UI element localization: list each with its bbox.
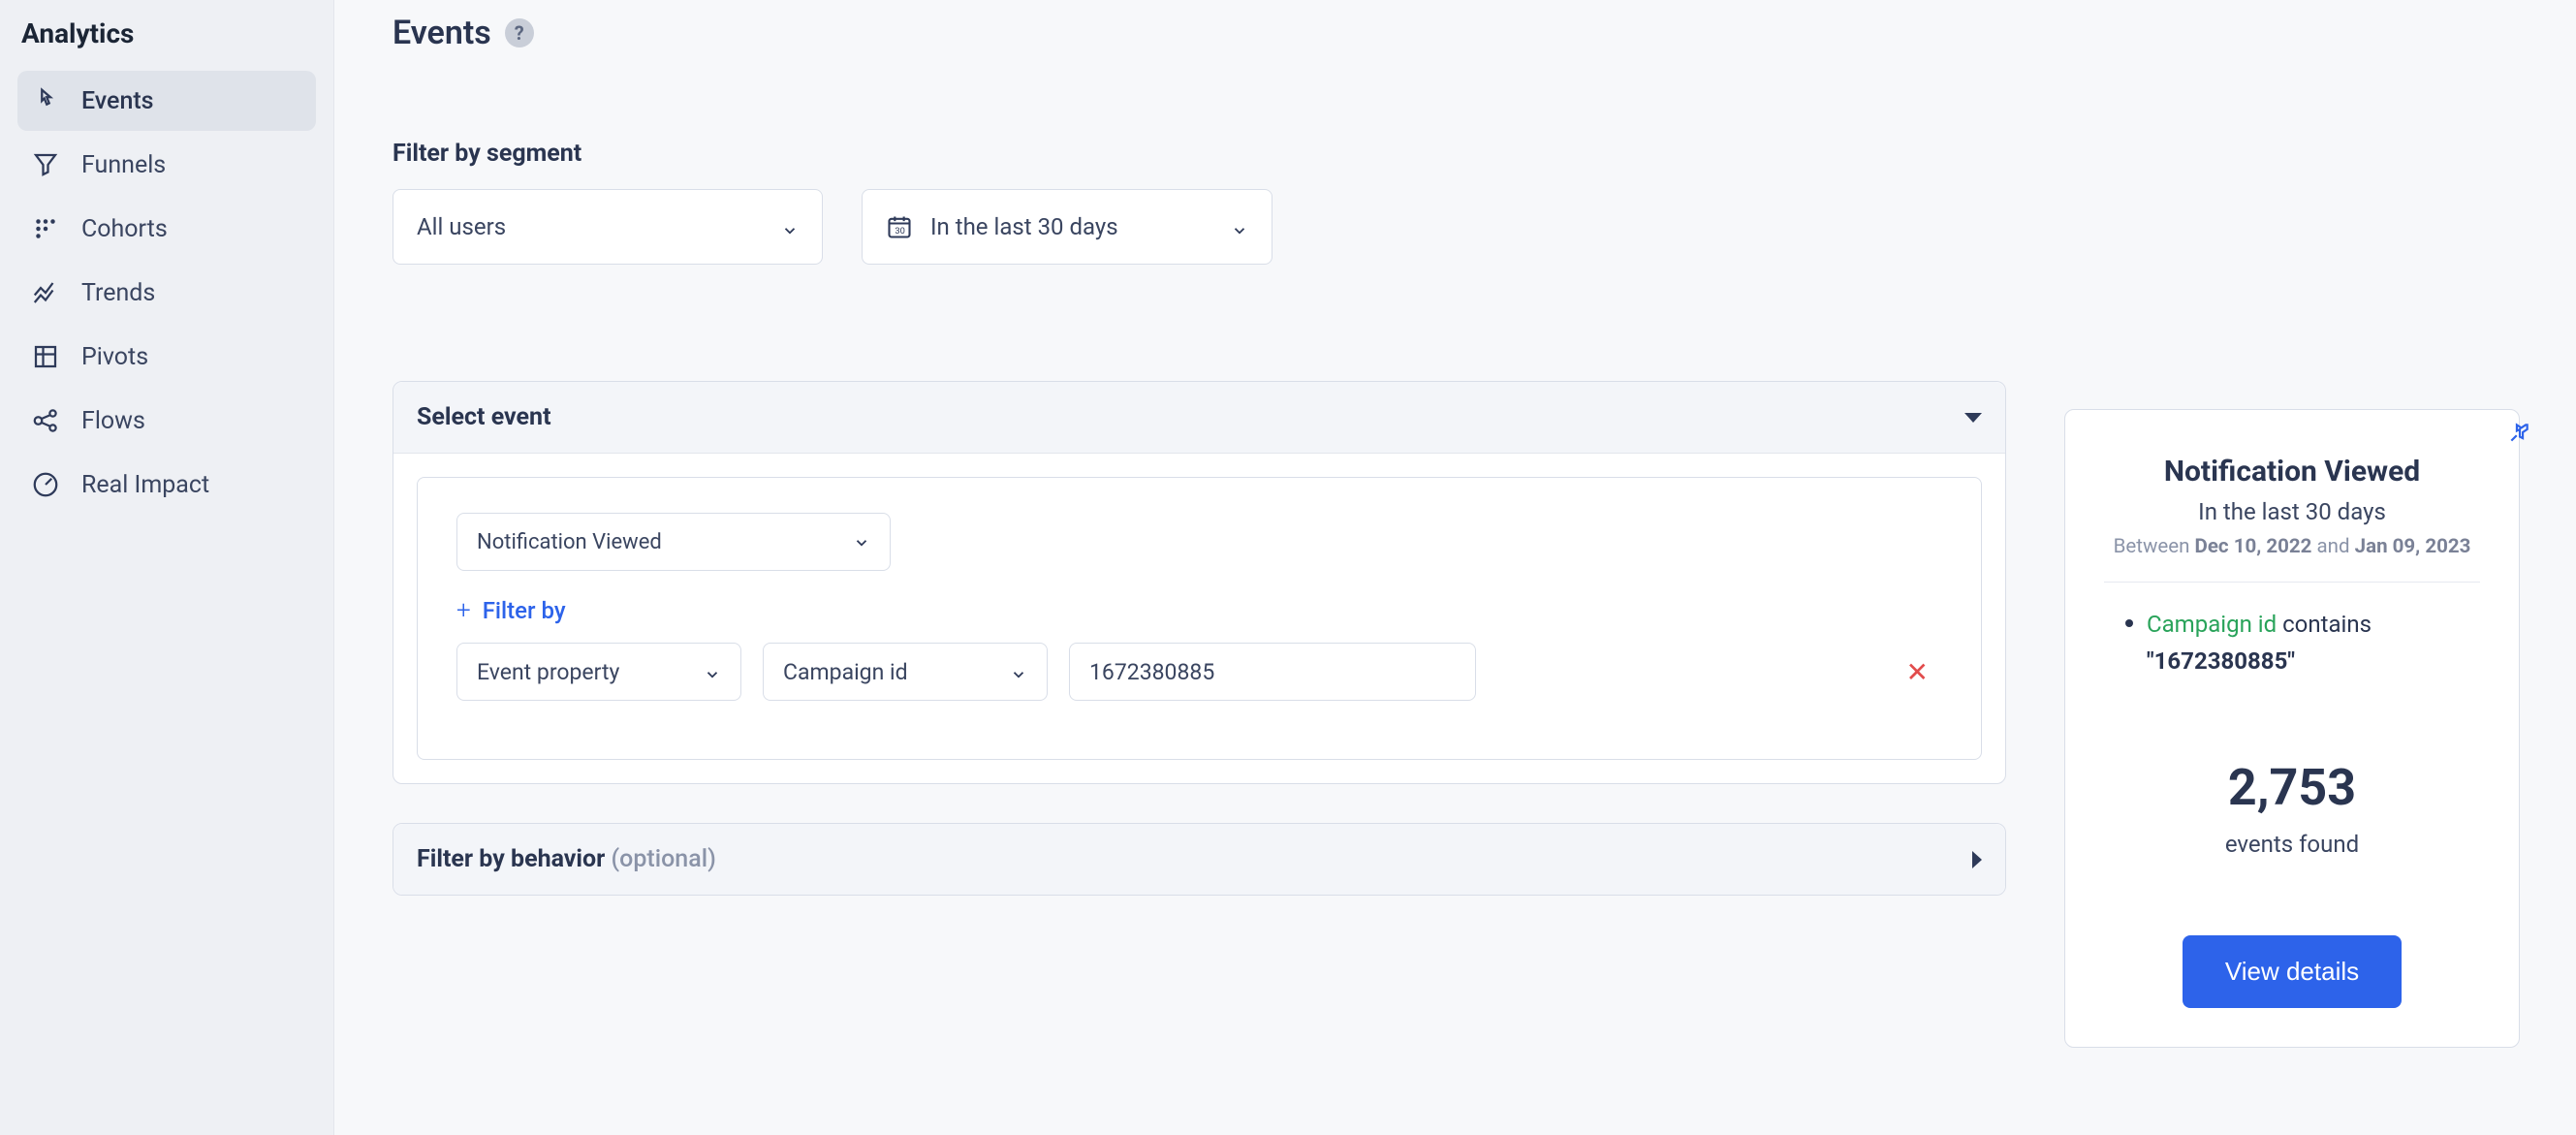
right-column: Notification Viewed In the last 30 days … xyxy=(2064,14,2529,1096)
select-event-panel: Select event Notification Viewed + Filte… xyxy=(393,381,2006,784)
behavior-label: Filter by behavior xyxy=(417,845,605,873)
events-found-label: events found xyxy=(2104,831,2480,858)
event-name-dropdown[interactable]: Notification Viewed xyxy=(456,513,891,571)
nav-label: Pivots xyxy=(81,343,148,371)
select-event-body: Notification Viewed + Filter by Event pr… xyxy=(393,454,2005,783)
nav-label: Funnels xyxy=(81,151,166,179)
sidebar-item-cohorts[interactable]: Cohorts xyxy=(17,199,316,259)
select-event-header[interactable]: Select event xyxy=(393,382,2005,454)
caret-right-icon xyxy=(1972,851,1982,868)
funnel-icon xyxy=(31,150,60,179)
property-type-dropdown[interactable]: Event property xyxy=(456,643,741,701)
dropdown-value: All users xyxy=(417,213,506,240)
filter-summary: Campaign id contains "1672380885" xyxy=(2104,606,2480,680)
divider xyxy=(2104,582,2480,583)
trends-icon xyxy=(31,278,60,307)
plus-icon: + xyxy=(456,596,471,625)
property-name-dropdown[interactable]: Campaign id xyxy=(763,643,1048,701)
svg-text:30: 30 xyxy=(895,226,905,236)
caret-down-icon xyxy=(1964,413,1982,423)
filter-verb: contains xyxy=(2282,611,2372,638)
remove-filter-button[interactable]: ✕ xyxy=(1893,656,1942,688)
panel-header-label: Select event xyxy=(417,403,551,431)
filter-behavior-panel: Filter by behavior (optional) xyxy=(393,823,2006,896)
speedometer-icon xyxy=(31,470,60,499)
help-icon[interactable]: ? xyxy=(505,18,534,47)
users-dropdown[interactable]: All users xyxy=(393,189,823,265)
page-title-row: Events ? xyxy=(393,14,2006,52)
event-config-box: Notification Viewed + Filter by Event pr… xyxy=(417,477,1982,760)
sidebar: Analytics Events Funnels Cohorts Trends xyxy=(0,0,334,1135)
nav-label: Flows xyxy=(81,407,145,435)
left-column: Events ? Filter by segment All users 30 … xyxy=(393,14,2006,1096)
filter-controls-row: Event property Campaign id xyxy=(456,643,1942,701)
nav-label: Cohorts xyxy=(81,215,168,243)
main: Events ? Filter by segment All users 30 … xyxy=(334,0,2576,1135)
segment-filter-row: All users 30 In the last 30 days xyxy=(393,189,2006,265)
sidebar-item-pivots[interactable]: Pivots xyxy=(17,327,316,387)
between-label: Between xyxy=(2114,535,2190,558)
nav-label: Events xyxy=(81,87,154,115)
date-range-dropdown[interactable]: 30 In the last 30 days xyxy=(862,189,1272,265)
calendar-icon: 30 xyxy=(886,213,913,240)
page-title: Events xyxy=(393,14,491,52)
filter-by-label: Filter by xyxy=(483,597,566,624)
optional-label: (optional) xyxy=(612,845,716,873)
cohorts-icon xyxy=(31,214,60,243)
sidebar-item-real-impact[interactable]: Real Impact xyxy=(17,455,316,515)
sidebar-item-trends[interactable]: Trends xyxy=(17,263,316,323)
chevron-down-icon xyxy=(853,533,870,551)
pointer-icon xyxy=(31,86,60,115)
dropdown-value: Event property xyxy=(477,659,619,685)
and-label: and xyxy=(2317,535,2350,558)
date-from: Dec 10, 2022 xyxy=(2195,535,2312,558)
chevron-down-icon xyxy=(1010,663,1027,680)
sidebar-item-events[interactable]: Events xyxy=(17,71,316,131)
event-count: 2,753 xyxy=(2104,758,2480,817)
summary-date-range: Between Dec 10, 2022 and Jan 09, 2023 xyxy=(2104,535,2480,558)
dropdown-value: In the last 30 days xyxy=(930,213,1118,240)
chevron-down-icon xyxy=(781,218,799,236)
summary-card: Notification Viewed In the last 30 days … xyxy=(2064,409,2520,1048)
dropdown-value: Notification Viewed xyxy=(477,530,662,554)
nav-list: Events Funnels Cohorts Trends Pivots xyxy=(17,71,316,515)
pin-icon[interactable] xyxy=(2507,420,2532,449)
summary-subtitle: In the last 30 days xyxy=(2104,498,2480,525)
chevron-down-icon xyxy=(1231,218,1248,236)
close-icon: ✕ xyxy=(1906,656,1929,688)
add-filter-link[interactable]: + Filter by xyxy=(456,596,566,625)
date-to: Jan 09, 2023 xyxy=(2355,535,2471,558)
filter-behavior-header[interactable]: Filter by behavior (optional) xyxy=(393,824,2005,895)
flows-icon xyxy=(31,406,60,435)
pivots-icon xyxy=(31,342,60,371)
filter-segment-label: Filter by segment xyxy=(393,140,2006,168)
dropdown-value: Campaign id xyxy=(783,659,908,685)
nav-label: Real Impact xyxy=(81,471,209,499)
sidebar-item-flows[interactable]: Flows xyxy=(17,391,316,451)
filter-value: "1672380885" xyxy=(2147,647,2295,675)
sidebar-title: Analytics xyxy=(17,14,316,71)
property-value-input[interactable] xyxy=(1069,643,1476,701)
sidebar-item-funnels[interactable]: Funnels xyxy=(17,135,316,195)
chevron-down-icon xyxy=(704,663,721,680)
nav-label: Trends xyxy=(81,279,155,307)
view-details-button[interactable]: View details xyxy=(2183,935,2402,1008)
panel-header-label: Filter by behavior (optional) xyxy=(417,845,716,873)
summary-title: Notification Viewed xyxy=(2104,455,2480,489)
filter-prop: Campaign id xyxy=(2147,611,2277,638)
